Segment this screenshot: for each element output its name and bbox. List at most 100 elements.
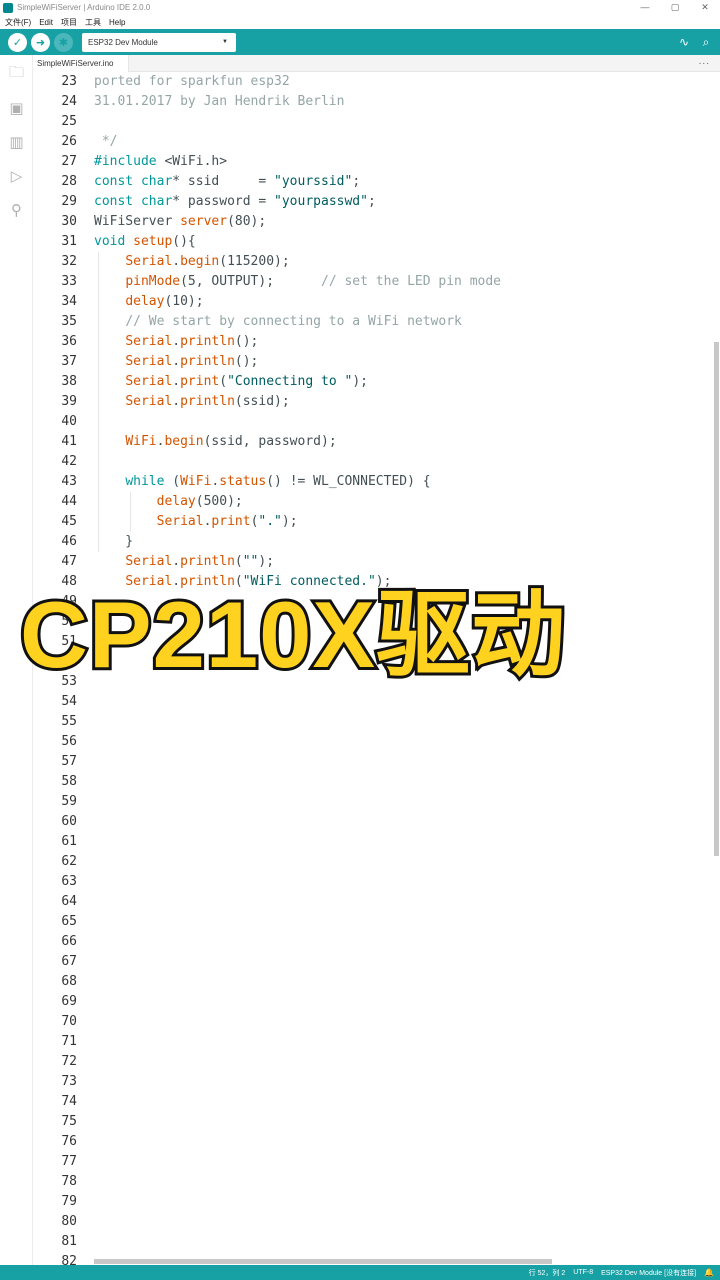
code-line[interactable]: 42 xyxy=(33,452,713,472)
code-line[interactable]: 74 xyxy=(33,1092,713,1112)
code-line[interactable]: 66 xyxy=(33,932,713,952)
code-line[interactable]: 43 while (WiFi.status() != WL_CONNECTED)… xyxy=(33,472,713,492)
code-line[interactable]: 35 // We start by connecting to a WiFi n… xyxy=(33,312,713,332)
code-token: Serial xyxy=(125,394,173,409)
menu-file[interactable]: 文件(F) xyxy=(5,17,31,28)
code-line[interactable]: 30 WiFiServer server(80); xyxy=(33,212,713,232)
code-line[interactable]: 29 const char* password = "yourpasswd"; xyxy=(33,192,713,212)
code-line[interactable]: 71 xyxy=(33,1032,713,1052)
code-line[interactable]: 23 ported for sparkfun esp32 xyxy=(33,72,713,92)
code-token: . xyxy=(172,334,181,349)
code-text: Serial.println(); xyxy=(94,332,258,352)
menu-sketch[interactable]: 项目 xyxy=(61,17,77,28)
code-token: ported for sparkfun esp32 xyxy=(94,74,290,89)
menu-help[interactable]: Help xyxy=(109,18,125,27)
minimize-button[interactable]: — xyxy=(630,0,660,15)
code-line[interactable]: 58 xyxy=(33,772,713,792)
code-line[interactable]: 47 Serial.println(""); xyxy=(33,552,713,572)
code-line[interactable]: 67 xyxy=(33,952,713,972)
upload-button[interactable]: ➜ xyxy=(31,32,50,52)
code-line[interactable]: 33 pinMode(5, OUTPUT); // set the LED pi… xyxy=(33,272,713,292)
line-number: 65 xyxy=(61,914,77,929)
search-icon[interactable]: ⚲ xyxy=(0,193,33,227)
menu-edit[interactable]: Edit xyxy=(39,18,53,27)
code-line[interactable]: 72 xyxy=(33,1052,713,1072)
encoding[interactable]: UTF-8 xyxy=(573,1269,593,1276)
code-line[interactable]: 75 xyxy=(33,1112,713,1132)
code-line[interactable]: 34 delay(10); xyxy=(33,292,713,312)
code-line[interactable]: 28 const char* ssid = "yourssid"; xyxy=(33,172,713,192)
code-line[interactable]: 32 Serial.begin(115200); xyxy=(33,252,713,272)
code-line[interactable]: 69 xyxy=(33,992,713,1012)
code-line[interactable]: 59 xyxy=(33,792,713,812)
line-number: 76 xyxy=(61,1134,77,1149)
code-line[interactable]: 78 xyxy=(33,1172,713,1192)
code-line[interactable]: 64 xyxy=(33,892,713,912)
code-line[interactable]: 77 xyxy=(33,1152,713,1172)
code-token: print xyxy=(211,514,251,529)
code-line[interactable]: 62 xyxy=(33,852,713,872)
code-line[interactable]: 68 xyxy=(33,972,713,992)
serial-monitor-icon[interactable]: ⌕ xyxy=(698,33,714,51)
folder-icon[interactable]: 🗀 xyxy=(0,57,33,91)
code-line[interactable]: 25 xyxy=(33,112,713,132)
tab-simplewifiserver[interactable]: SimpleWiFiServer.ino xyxy=(33,55,129,72)
debug-icon[interactable]: ▷ xyxy=(0,159,33,193)
code-line[interactable]: 37 Serial.println(); xyxy=(33,352,713,372)
code-line[interactable]: 40 xyxy=(33,412,713,432)
code-text: const char* password = "yourpasswd"; xyxy=(94,192,376,212)
line-number: 38 xyxy=(61,374,77,389)
line-number: 67 xyxy=(61,954,77,969)
code-line[interactable]: 45 Serial.print("."); xyxy=(33,512,713,532)
code-line[interactable]: 39 Serial.println(ssid); xyxy=(33,392,713,412)
code-line[interactable]: 76 xyxy=(33,1132,713,1152)
code-line[interactable]: 79 xyxy=(33,1192,713,1212)
vertical-scrollbar-thumb[interactable] xyxy=(714,342,719,856)
code-line[interactable]: 38 Serial.print("Connecting to "); xyxy=(33,372,713,392)
code-line[interactable]: 70 xyxy=(33,1012,713,1032)
plotter-icon[interactable]: ∿ xyxy=(676,33,692,51)
horizontal-scrollbar-thumb[interactable] xyxy=(94,1259,552,1264)
code-line[interactable]: 41 WiFi.begin(ssid, password); xyxy=(33,432,713,452)
code-text: } xyxy=(94,532,133,552)
code-line[interactable]: 63 xyxy=(33,872,713,892)
line-number: 28 xyxy=(61,174,77,189)
code-text: */ xyxy=(94,132,118,152)
verify-button[interactable]: ✓ xyxy=(8,32,27,52)
code-line[interactable]: 60 xyxy=(33,812,713,832)
vertical-scrollbar[interactable] xyxy=(713,72,720,1260)
code-line[interactable]: 81 xyxy=(33,1232,713,1252)
code-line[interactable]: 46 } xyxy=(33,532,713,552)
code-line[interactable]: 57 xyxy=(33,752,713,772)
code-line[interactable]: 54 xyxy=(33,692,713,712)
code-line[interactable]: 26 */ xyxy=(33,132,713,152)
code-line[interactable]: 73 xyxy=(33,1072,713,1092)
restore-button[interactable]: ▢ xyxy=(660,0,690,15)
code-line[interactable]: 80 xyxy=(33,1212,713,1232)
code-line[interactable]: 44 delay(500); xyxy=(33,492,713,512)
board-manager-icon[interactable]: ▣ xyxy=(0,91,33,125)
line-number: 78 xyxy=(61,1174,77,1189)
code-line[interactable]: 27 #include <WiFi.h> xyxy=(33,152,713,172)
menu-tools[interactable]: 工具 xyxy=(85,17,101,28)
board-select[interactable]: ESP32 Dev Module ▼ xyxy=(82,32,236,52)
code-line[interactable]: 24 31.01.2017 by Jan Hendrik Berlin xyxy=(33,92,713,112)
code-text: Serial.print("Connecting to "); xyxy=(94,372,368,392)
code-line[interactable]: 36 Serial.println(); xyxy=(33,332,713,352)
code-line[interactable]: 31 void setup(){ xyxy=(33,232,713,252)
debug-button[interactable]: ✱ xyxy=(54,32,73,52)
code-token: ; xyxy=(352,174,361,189)
code-line[interactable]: 61 xyxy=(33,832,713,852)
board-status[interactable]: ESP32 Dev Module [没有连接] xyxy=(601,1268,696,1278)
code-line[interactable]: 65 xyxy=(33,912,713,932)
code-line[interactable]: 55 xyxy=(33,712,713,732)
bell-icon[interactable]: 🔔 xyxy=(704,1268,714,1277)
code-text: Serial.println(""); xyxy=(94,552,274,572)
code-token: println xyxy=(180,354,235,369)
close-button[interactable]: ✕ xyxy=(690,0,720,15)
code-line[interactable]: 56 xyxy=(33,732,713,752)
more-icon[interactable]: ... xyxy=(699,56,710,67)
cursor-position[interactable]: 行 52，列 2 xyxy=(529,1268,566,1278)
library-icon[interactable]: ▥ xyxy=(0,125,33,159)
